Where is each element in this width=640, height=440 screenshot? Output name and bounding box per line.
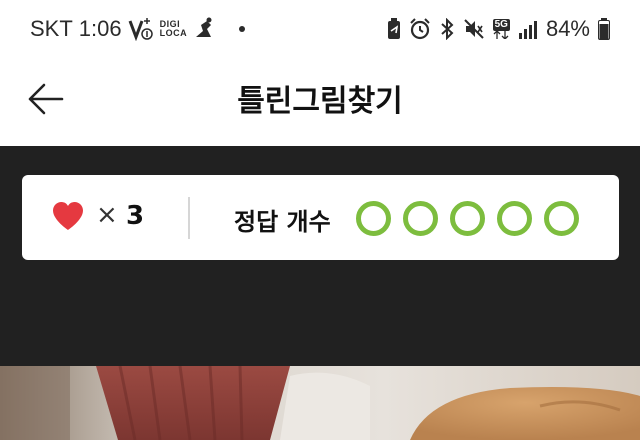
battery-percent: 84% — [545, 16, 590, 41]
digi-loca-icon: DIGI LOCA — [160, 20, 188, 38]
digi-line2: LOCA — [159, 28, 188, 38]
score-card: × 3 정답 개수 — [22, 175, 619, 260]
status-bar-left: SKT 1:06 DIGI LOCA — [30, 16, 246, 42]
divider — [188, 197, 190, 239]
answer-slot-2 — [403, 201, 438, 236]
lives-count: 3 — [126, 201, 145, 231]
puzzle-image[interactable] — [0, 366, 640, 440]
status-bar-right: 5G 84% — [387, 16, 610, 42]
app-header: 틀린그림찾기 — [0, 58, 640, 144]
answer-count-label: 정답 개수 — [234, 208, 331, 236]
alarm-icon — [409, 18, 431, 40]
signal-icon — [518, 19, 538, 39]
5g-icon: 5G — [492, 19, 510, 39]
battery-saver-icon — [387, 18, 401, 40]
status-bar: SKT 1:06 DIGI LOCA 5G 84% — [0, 0, 640, 58]
answer-slot-3 — [450, 201, 485, 236]
answer-slot-4 — [497, 201, 532, 236]
game-top-panel: × 3 정답 개수 — [0, 146, 640, 366]
battery-icon — [598, 18, 610, 40]
mute-icon — [463, 18, 485, 40]
clock: 1:06 — [78, 16, 122, 41]
carrier-label: SKT — [30, 16, 73, 41]
network-type: 5G — [492, 19, 510, 31]
page-title: 틀린그림찾기 — [237, 84, 403, 119]
runner-icon — [193, 17, 215, 41]
multiply-sign: × — [96, 200, 118, 230]
answer-slot-5 — [544, 201, 579, 236]
heart-icon — [52, 201, 84, 235]
answer-slots — [356, 201, 579, 236]
answer-slot-1 — [356, 201, 391, 236]
dot-icon — [239, 26, 246, 32]
volte-icon — [128, 17, 154, 41]
bluetooth-icon — [439, 18, 455, 40]
